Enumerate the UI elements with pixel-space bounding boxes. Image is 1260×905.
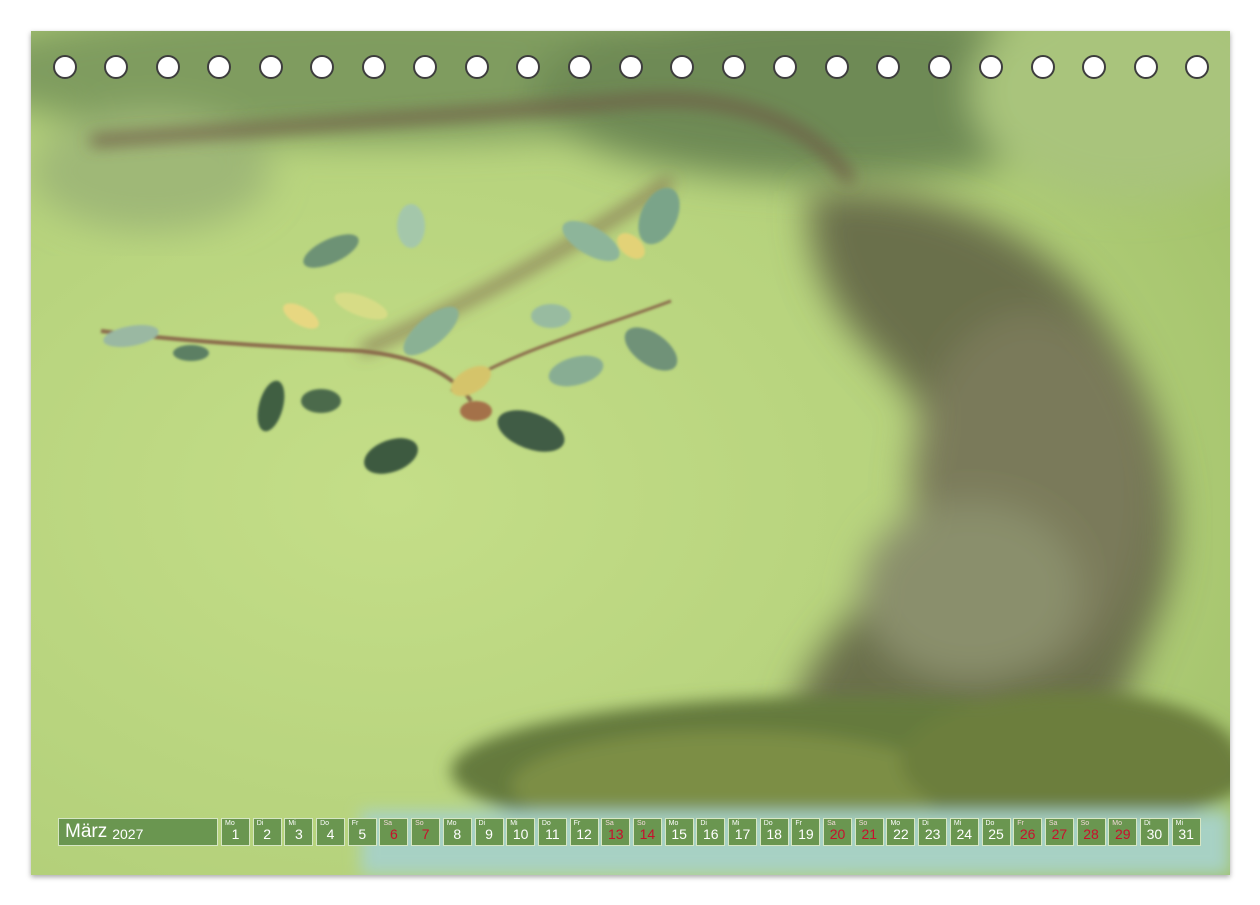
- day-number: 6: [390, 826, 398, 842]
- day-cell: Fr 26: [1013, 818, 1043, 846]
- day-cell: Fr 19: [791, 818, 821, 846]
- binding-hole: [876, 55, 901, 79]
- day-cell: Mi 17: [728, 818, 757, 846]
- binding-hole: [464, 55, 489, 79]
- binding-hole: [1133, 55, 1158, 79]
- day-number: 15: [671, 826, 687, 842]
- day-cell: Mo 29: [1108, 818, 1138, 846]
- binding-hole: [155, 55, 180, 79]
- day-cell: Di 23: [918, 818, 948, 846]
- day-number: 22: [893, 826, 909, 842]
- day-cells: Mo 1 Di 2 Mi 3 Do 4 Fr 5 Sa 6 So 7 Mo 8 Di 9 Mi 10 Do 11 Fr 12 S…: [221, 818, 1203, 848]
- month-year: 2027: [112, 825, 144, 842]
- day-number: 30: [1146, 826, 1163, 842]
- day-number: 28: [1083, 826, 1099, 842]
- day-number: 25: [988, 826, 1004, 842]
- binding-hole: [670, 55, 695, 79]
- day-number: 17: [734, 826, 751, 842]
- calendar-strip: März 2027 Mo 1 Di 2 Mi 3 Do 4 Fr 5 Sa 6 So 7 Mo 8 Di 9 Mi 1…: [58, 818, 1205, 848]
- day-number: 27: [1051, 826, 1068, 842]
- day-cell: Do 18: [759, 818, 789, 846]
- day-number: 31: [1178, 826, 1194, 842]
- binding-hole: [53, 55, 77, 79]
- day-cell: So 7: [411, 818, 441, 846]
- month-name: März: [65, 821, 108, 842]
- binding-hole: [1082, 55, 1107, 79]
- day-cell: Di 2: [252, 818, 282, 846]
- day-number: 23: [924, 826, 941, 842]
- day-number: 12: [576, 826, 592, 842]
- month-label: März 2027: [58, 818, 218, 846]
- day-number: 7: [421, 826, 430, 842]
- day-cell: Fr 12: [569, 818, 599, 846]
- binding-hole: [516, 55, 541, 79]
- binding-hole: [721, 55, 746, 79]
- day-cell: Do 11: [537, 818, 567, 846]
- day-number: 13: [607, 826, 624, 842]
- day-number: 16: [703, 826, 719, 842]
- day-number: 2: [263, 826, 272, 842]
- binding-hole: [1185, 55, 1209, 79]
- binding-hole: [1030, 55, 1055, 79]
- day-cell: Mo 8: [442, 818, 472, 846]
- binding-hole: [361, 55, 386, 79]
- day-cell: Sa 13: [601, 818, 631, 846]
- day-cell: So 28: [1076, 818, 1106, 846]
- day-cell: Do 25: [981, 818, 1011, 846]
- day-cell: Mi 10: [506, 818, 536, 846]
- day-number: 10: [512, 826, 529, 842]
- binding-hole: [773, 55, 798, 79]
- binding-holes: [31, 31, 1230, 101]
- day-cell: Mo 1: [221, 818, 250, 846]
- day-number: 3: [294, 826, 303, 842]
- day-number: 29: [1114, 826, 1131, 842]
- day-cell: Mo 15: [664, 818, 694, 846]
- day-number: 26: [1019, 826, 1036, 842]
- binding-hole: [619, 55, 643, 79]
- binding-hole: [927, 55, 952, 79]
- day-number: 1: [231, 826, 240, 842]
- day-number: 20: [829, 826, 846, 842]
- day-cell: Di 16: [696, 818, 726, 846]
- day-number: 18: [766, 826, 782, 842]
- binding-hole: [207, 55, 232, 79]
- binding-hole: [310, 55, 335, 79]
- day-cell: So 14: [632, 818, 662, 846]
- binding-hole: [258, 55, 283, 79]
- day-number: 21: [861, 826, 878, 842]
- day-number: 8: [453, 826, 462, 842]
- day-number: 4: [326, 826, 335, 842]
- binding-hole: [567, 55, 592, 79]
- calendar-page: März 2027 Mo 1 Di 2 Mi 3 Do 4 Fr 5 Sa 6 So 7 Mo 8 Di 9 Mi 1…: [31, 31, 1230, 875]
- day-cell: Sa 20: [823, 818, 853, 846]
- day-number: 24: [956, 826, 973, 842]
- day-cell: Mi 31: [1171, 818, 1201, 846]
- day-cell: Di 30: [1139, 818, 1169, 846]
- day-number: 9: [485, 826, 493, 842]
- binding-hole: [413, 55, 438, 79]
- binding-hole: [979, 55, 1004, 79]
- day-cell: Sa 27: [1044, 818, 1074, 846]
- binding-hole: [824, 55, 849, 79]
- day-number: 5: [358, 826, 367, 842]
- day-number: 11: [545, 826, 560, 842]
- day-cell: Sa 6: [379, 818, 409, 846]
- day-number: 19: [798, 826, 814, 842]
- day-cell: Fr 5: [347, 818, 377, 846]
- binding-hole: [104, 55, 129, 79]
- day-cell: Do 4: [316, 818, 346, 846]
- day-cell: Mi 3: [284, 818, 314, 846]
- day-cell: Mi 24: [949, 818, 979, 846]
- day-cell: Mo 22: [886, 818, 916, 846]
- day-number: 14: [639, 826, 656, 842]
- bonsai-photo: [31, 31, 1230, 875]
- day-cell: Di 9: [474, 818, 504, 846]
- day-cell: So 21: [854, 818, 884, 846]
